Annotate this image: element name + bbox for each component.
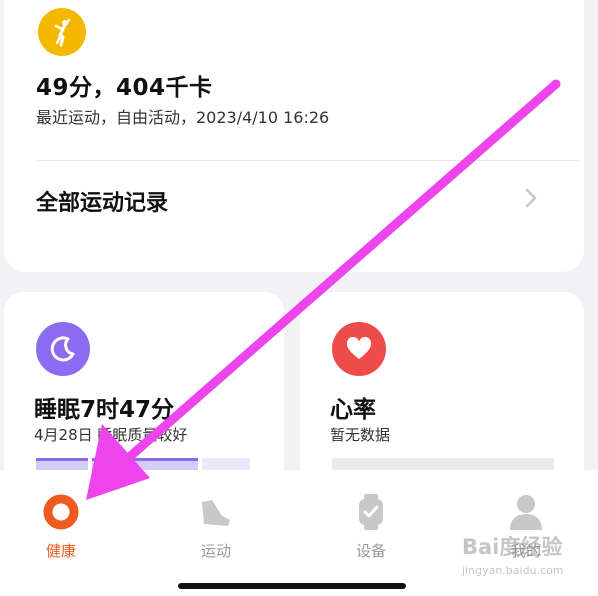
watermark-brand: Bai度经验: [462, 535, 562, 559]
sleep-duration: 睡眠7时47分: [34, 397, 175, 423]
shoe-icon: [196, 492, 236, 532]
user-icon: [506, 492, 546, 532]
tab-label: 设备: [355, 542, 386, 560]
heart-rate-title: 心率: [330, 397, 376, 423]
health-ring-icon: [41, 492, 81, 532]
activity-detail: 最近运动，自由活动，2023/4/10 16:26: [36, 108, 330, 127]
baidu-watermark: Bai度经验 jingyan.baidu.com: [461, 535, 564, 577]
heart-rate-status: 暂无数据: [330, 426, 391, 444]
moon-icon: [36, 322, 90, 376]
chevron-right-icon: [524, 187, 538, 213]
watermark-url: jingyan.baidu.com: [461, 564, 564, 577]
activity-summary: 49分，404千卡: [36, 75, 213, 101]
tab-label: 健康: [45, 542, 76, 560]
person-exercise-icon: [38, 8, 86, 56]
sleep-quality: 4月28日 睡眠质量较好: [34, 426, 188, 444]
tab-health[interactable]: 健康: [21, 492, 101, 561]
all-records-row[interactable]: 全部运动记录: [4, 161, 584, 251]
tab-workout[interactable]: 运动: [176, 492, 256, 561]
tab-label: 运动: [200, 542, 231, 560]
heart-icon: [332, 322, 386, 376]
all-records-label: 全部运动记录: [36, 191, 169, 216]
tab-devices[interactable]: 设备: [331, 492, 411, 561]
recent-activity-card[interactable]: 49分，404千卡 最近运动，自由活动，2023/4/10 16:26 全部运动…: [4, 0, 584, 272]
home-indicator: [178, 583, 406, 589]
watch-icon: [351, 492, 391, 532]
